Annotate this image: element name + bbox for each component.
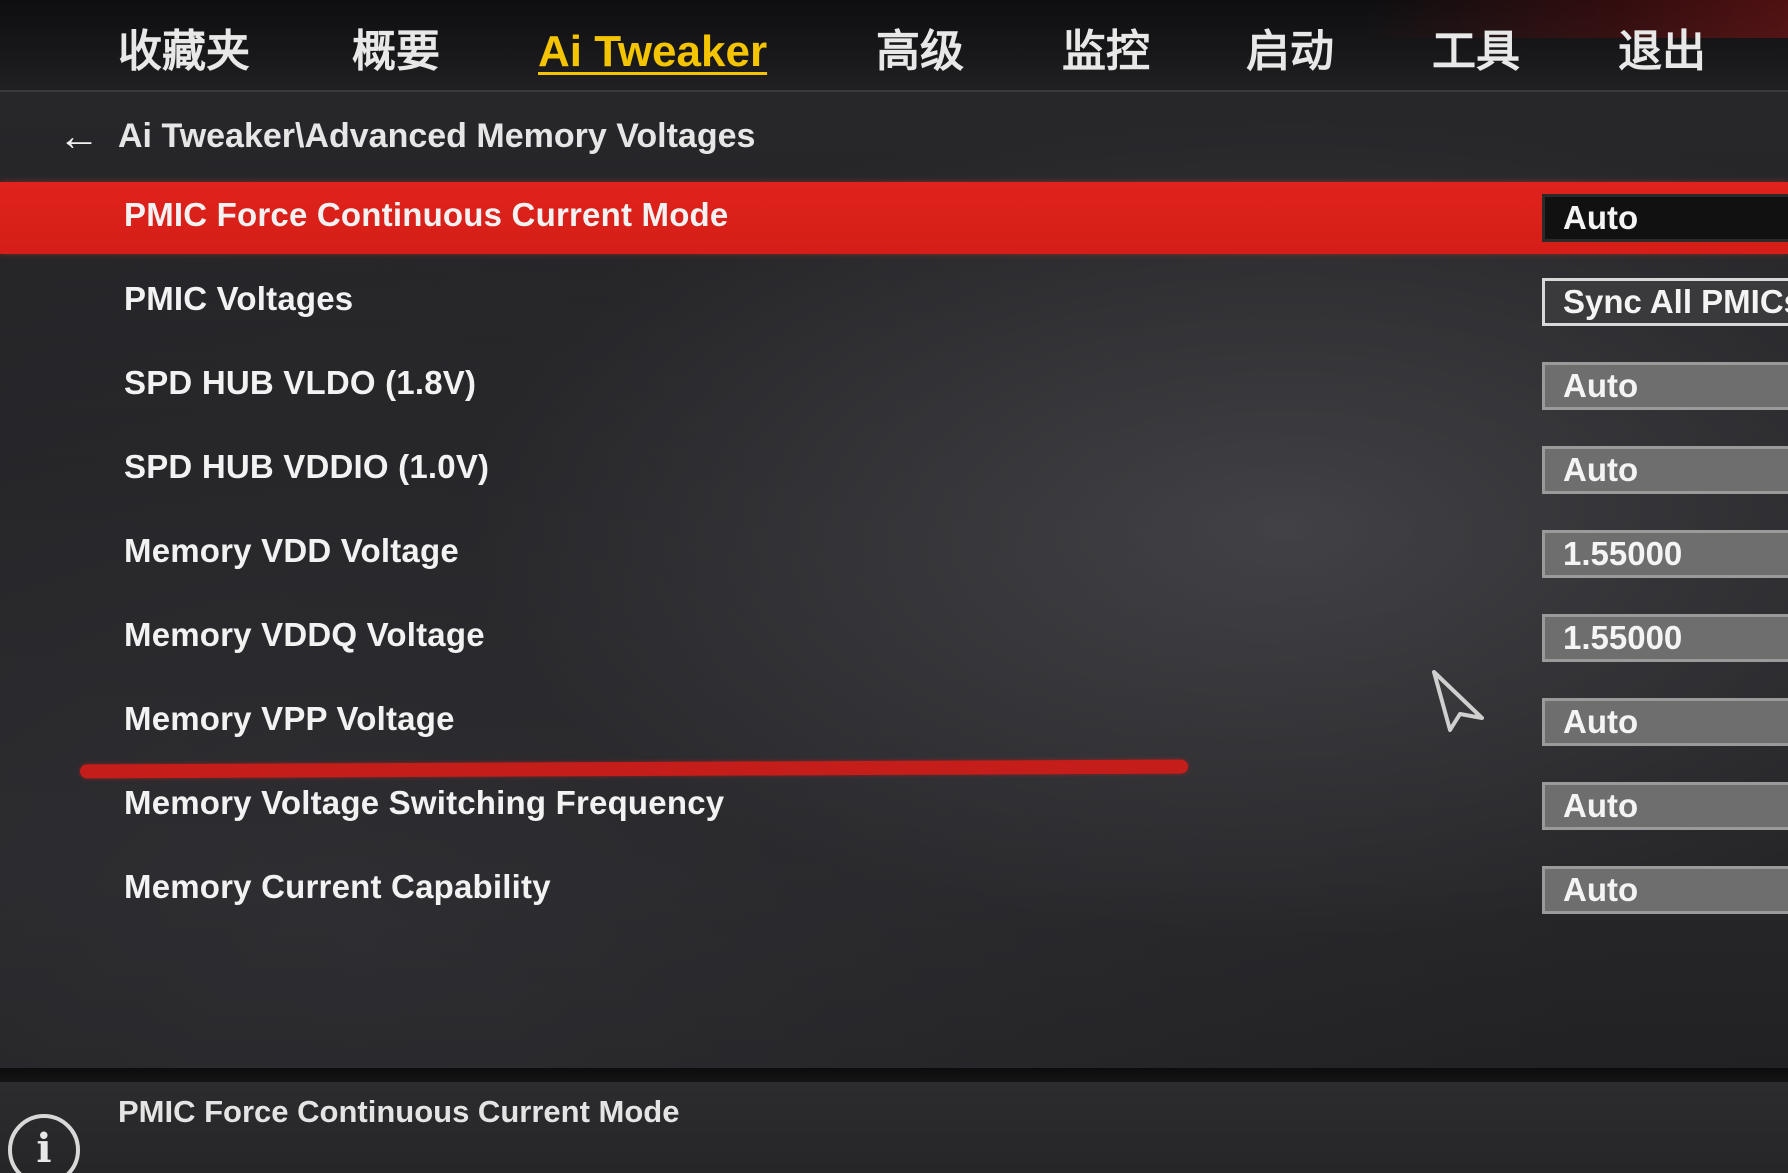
tab-ai-tweaker[interactable]: Ai Tweaker xyxy=(538,24,767,80)
setting-label: SPD HUB VLDO (1.8V) xyxy=(124,364,477,401)
setting-row-memory-vddq[interactable]: Memory VDDQ Voltage 1.55000 xyxy=(0,602,1788,674)
setting-value-field[interactable]: Auto xyxy=(1542,446,1788,494)
setting-row-pmic-voltages[interactable]: PMIC Voltages Sync All PMICs xyxy=(0,266,1788,338)
setting-row-spd-hub-vddio[interactable]: SPD HUB VDDIO (1.0V) Auto xyxy=(0,434,1788,506)
setting-label: PMIC Force Continuous Current Mode xyxy=(124,196,729,233)
breadcrumb: ← Ai Tweaker\Advanced Memory Voltages xyxy=(58,108,755,164)
tab-boot[interactable]: 启动 xyxy=(1246,24,1334,80)
help-divider xyxy=(0,1068,1788,1082)
tab-monitor[interactable]: 监控 xyxy=(1062,24,1150,80)
setting-label: SPD HUB VDDIO (1.0V) xyxy=(124,448,490,485)
setting-row-memory-switching-frequency[interactable]: Memory Voltage Switching Frequency Auto xyxy=(0,770,1788,842)
setting-row-memory-vpp[interactable]: Memory VPP Voltage Auto xyxy=(0,686,1788,758)
tab-main[interactable]: 概要 xyxy=(352,24,440,80)
tab-advanced[interactable]: 高级 xyxy=(876,24,964,80)
setting-row-pmic-force-ccm[interactable]: PMIC Force Continuous Current Mode Auto xyxy=(0,182,1788,254)
setting-value-field[interactable]: Auto xyxy=(1542,362,1788,410)
setting-value-field[interactable]: Auto xyxy=(1542,866,1788,914)
tab-exit[interactable]: 退出 xyxy=(1618,24,1706,80)
setting-value-field[interactable]: 1.55000 xyxy=(1542,530,1788,578)
setting-label: Memory Current Capability xyxy=(124,868,551,905)
tab-favorites[interactable]: 收藏夹 xyxy=(118,24,250,80)
info-icon: i xyxy=(8,1114,80,1173)
header-accent xyxy=(1368,0,1788,38)
tab-tool[interactable]: 工具 xyxy=(1432,24,1520,80)
setting-value-field[interactable]: Auto xyxy=(1542,698,1788,746)
bios-screen: 收藏夹 概要 Ai Tweaker 高级 监控 启动 工具 退出 ← Ai Tw… xyxy=(0,0,1788,1173)
help-bar: i PMIC Force Continuous Current Mode xyxy=(0,1082,1788,1173)
setting-row-memory-vdd[interactable]: Memory VDD Voltage 1.55000 xyxy=(0,518,1788,590)
help-description: PMIC Force Continuous Current Mode xyxy=(118,1094,680,1129)
back-arrow-icon[interactable]: ← xyxy=(58,115,118,157)
mouse-pointer-icon xyxy=(1432,670,1484,732)
setting-row-spd-hub-vldo[interactable]: SPD HUB VLDO (1.8V) Auto xyxy=(0,350,1788,422)
top-menu-bar: 收藏夹 概要 Ai Tweaker 高级 监控 启动 工具 退出 xyxy=(0,0,1788,92)
setting-row-memory-current-capability[interactable]: Memory Current Capability Auto xyxy=(0,854,1788,926)
breadcrumb-path: Ai Tweaker\Advanced Memory Voltages xyxy=(118,116,756,155)
setting-label: Memory VDDQ Voltage xyxy=(124,616,485,653)
setting-value-dropdown[interactable]: Auto xyxy=(1542,194,1788,242)
setting-label: Memory VDD Voltage xyxy=(124,532,459,569)
setting-value-field[interactable]: 1.55000 xyxy=(1542,614,1788,662)
setting-value-field[interactable]: Auto xyxy=(1542,782,1788,830)
setting-value-dropdown[interactable]: Sync All PMICs xyxy=(1542,278,1788,326)
setting-label: Memory VPP Voltage xyxy=(124,700,455,737)
setting-label: PMIC Voltages xyxy=(124,280,354,317)
setting-label: Memory Voltage Switching Frequency xyxy=(124,784,725,821)
